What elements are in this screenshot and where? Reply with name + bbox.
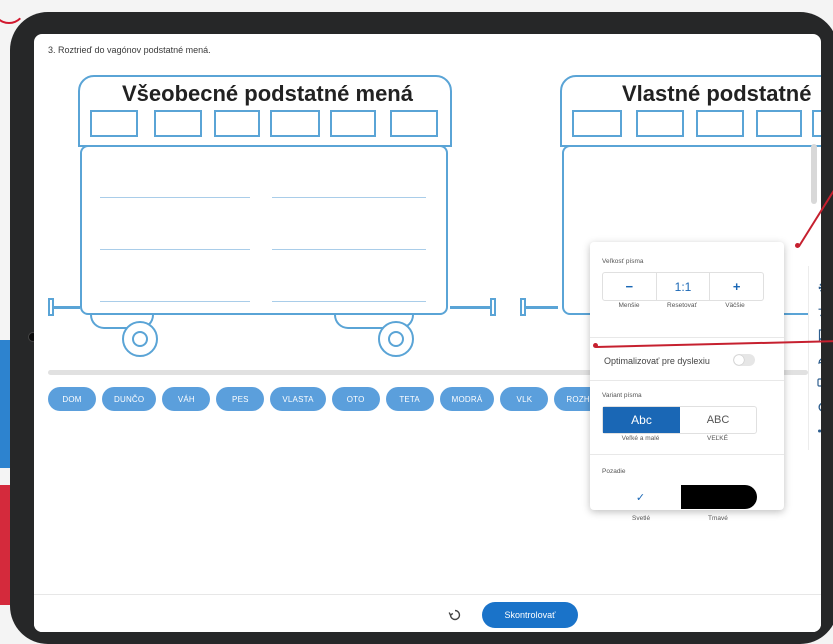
annotation-dot <box>593 343 598 348</box>
drop-line <box>272 301 426 302</box>
dyslexia-label: Optimalizovať pre dyslexiu <box>604 356 710 366</box>
vertical-scrollbar[interactable] <box>811 144 817 204</box>
font-size-control: − 1:1 + <box>602 272 764 301</box>
uppercase-caption: VEĽKÉ <box>707 435 728 442</box>
wagon-window <box>154 110 202 137</box>
word-chip[interactable]: VLK <box>500 387 549 411</box>
word-chip[interactable]: VLASTA <box>270 387 326 411</box>
bottom-bar <box>34 594 821 632</box>
wagon-title: Všeobecné podstatné mená <box>122 81 413 106</box>
divider <box>590 337 784 338</box>
font-variant-control: Abc ABC <box>602 406 757 434</box>
bookmark-icon[interactable] <box>809 324 821 346</box>
coupler <box>450 306 492 309</box>
wagon-window <box>636 110 684 137</box>
font-variant-label: Variant písma <box>602 392 642 399</box>
right-toolbar <box>808 266 821 450</box>
background-dark-option[interactable] <box>681 485 757 509</box>
drop-line <box>100 249 250 250</box>
font-decrease-button[interactable]: − <box>603 273 657 300</box>
coupler-end <box>490 298 496 316</box>
wagon-window <box>214 110 260 137</box>
background-light-option[interactable]: ✓ <box>602 485 679 509</box>
screen-icon[interactable] <box>809 372 821 394</box>
coupler <box>54 306 80 309</box>
background-label: Pozadie <box>602 468 626 475</box>
word-chip[interactable]: DUNČO <box>102 387 157 411</box>
gear-icon[interactable] <box>809 276 821 298</box>
decrease-caption: Menšie <box>618 302 640 309</box>
bg-dark-caption: Tmavé <box>708 515 728 522</box>
wagon-drop-zone[interactable] <box>80 145 448 315</box>
wagon-window <box>270 110 320 137</box>
refresh-icon[interactable] <box>809 396 821 418</box>
settings-panel: Veľkosť písma − 1:1 + Menšie Resetovať V… <box>590 242 784 522</box>
font-increase-button[interactable]: + <box>710 273 763 300</box>
word-chip[interactable]: MODRÁ <box>439 387 495 411</box>
divider <box>590 380 784 381</box>
wagon-general-nouns: Všeobecné podstatné mená <box>78 75 468 357</box>
pencil-icon[interactable] <box>809 348 821 370</box>
word-chip[interactable]: TETA <box>385 387 434 411</box>
app-screen: 3. Roztrieď do vagónov podstatné mená. V… <box>34 34 821 632</box>
undo-icon[interactable] <box>448 608 462 622</box>
wagon-window <box>812 110 821 137</box>
word-chip[interactable]: DOM <box>48 387 96 411</box>
mixed-case-caption: Veľké a malé <box>621 435 660 442</box>
wagon-window <box>756 110 802 137</box>
wagon-title: Vlastné podstatné <box>622 81 812 106</box>
font-mixed-case-option[interactable]: Abc <box>603 407 680 433</box>
reset-caption: Resetovať <box>667 302 697 309</box>
wagon-window <box>390 110 438 137</box>
word-chip[interactable]: VÁH <box>162 387 211 411</box>
annotation-dot <box>795 243 800 248</box>
font-size-label: Veľkosť písma <box>602 258 644 265</box>
task-title: 3. Roztrieď do vagónov podstatné mená. <box>48 45 211 55</box>
divider <box>590 454 784 455</box>
font-uppercase-option[interactable]: ABC <box>680 407 756 433</box>
drop-line <box>272 197 426 198</box>
share-icon[interactable] <box>809 420 821 442</box>
drop-line <box>100 301 250 302</box>
wagon-window <box>90 110 138 137</box>
increase-caption: Väčšie <box>725 302 745 309</box>
wagon-window <box>696 110 744 137</box>
wagon-wheel <box>122 321 158 357</box>
word-chips: DOM DUNČO VÁH PES VLASTA OTO TETA MODRÁ … <box>48 387 618 411</box>
font-reset-button[interactable]: 1:1 <box>657 273 711 300</box>
dyslexia-toggle[interactable] <box>733 354 755 366</box>
bg-light-caption: Svetlé <box>632 515 651 522</box>
toggle-knob <box>734 355 744 365</box>
word-chip[interactable]: OTO <box>331 387 380 411</box>
wagon-wheel <box>378 321 414 357</box>
wagon-window <box>330 110 376 137</box>
accessibility-icon[interactable] <box>809 300 821 322</box>
word-chip[interactable]: PES <box>216 387 265 411</box>
drop-line <box>100 197 250 198</box>
check-button[interactable]: Skontrolovať <box>482 602 578 628</box>
wagon-window <box>572 110 622 137</box>
coupler <box>526 306 558 309</box>
tablet-frame: 3. Roztrieď do vagónov podstatné mená. V… <box>10 12 833 644</box>
drop-line <box>272 249 426 250</box>
